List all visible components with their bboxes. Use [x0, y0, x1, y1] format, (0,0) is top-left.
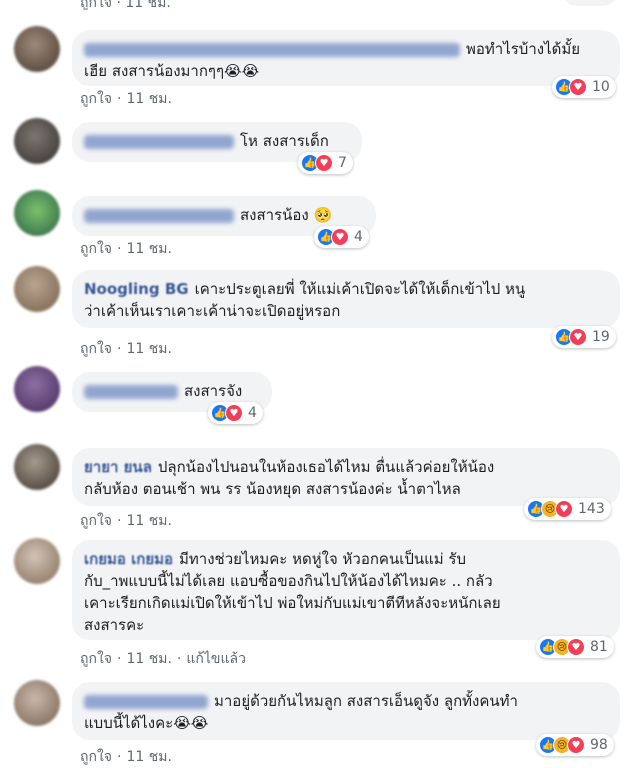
commenter-name[interactable]	[84, 42, 460, 57]
comment-actions: ถูกใจ · 11 ชม.	[80, 341, 172, 357]
comment-text-line: พอทำไรบ้างได้มั้ย	[84, 38, 608, 60]
comment-text-line: โห สงสารเด็ก	[84, 130, 350, 152]
timestamp[interactable]: 11 ชม.	[126, 749, 171, 765]
commenter-name[interactable]	[84, 134, 234, 149]
comment-text-line: มาอยู่ด้วยกันไหมลูก สงสารเอ็นดูจัง ลูกทั…	[84, 690, 608, 712]
reaction-count: 4	[354, 229, 363, 245]
comment-text-line: ยายา ยนล ปลุกน้องไปนอนในห้องเธอได้ไหม ตื่…	[84, 456, 608, 478]
comment-actions: ถูกใจ · 11 ชม.	[80, 513, 172, 529]
comment-bubble: Noogling BG เคาะประตูเลยพี่ ให้แม่เค้าเปิ…	[72, 270, 620, 328]
comment-text-line: สงสารน้อง 🥺	[84, 204, 364, 226]
avatar[interactable]	[14, 680, 60, 726]
commenter-name[interactable]: เกยมอ เกยมอ	[84, 550, 173, 568]
comment-text: เคาะเรียกเกิดแม่เปิดให้เข้าไป พ่อใหม่กับ…	[84, 594, 501, 612]
avatar[interactable]	[14, 118, 60, 164]
commenter-name[interactable]: Noogling BG	[84, 280, 189, 298]
reaction-summary[interactable]: 👍 😢 ♥ 98	[536, 734, 614, 756]
comment-text: โห สงสารเด็ก	[240, 132, 329, 150]
timestamp[interactable]: 11 ชม.	[126, 241, 171, 257]
comment-text: สงสารจัง	[184, 382, 243, 400]
comment-text: พอทำไรบ้างได้มั้ย	[466, 40, 581, 58]
timestamp[interactable]: 11 ชม.	[126, 513, 171, 529]
comment-text: แบบนี้ได้ไงคะ😭😭	[84, 714, 209, 732]
comment-text: ว่าเค้าเห็นเราเคาะเค้าน่าจะเปิดอยู่หรอก	[84, 302, 341, 320]
edited-label[interactable]: แก้ไขแล้ว	[186, 651, 246, 667]
love-icon: ♥	[567, 638, 585, 656]
timestamp: 11 ชม.	[125, 0, 171, 10]
comment-text: กับ_าพแบบนี้ไม่ได้เลย แอบซื้อของกินไปให้…	[84, 572, 493, 590]
timestamp[interactable]: 11 ชม.	[126, 91, 171, 107]
avatar[interactable]	[14, 266, 60, 312]
love-icon: ♥	[331, 228, 349, 246]
comment-text: มีทางช่วยไหมคะ หดหู่ใจ หัวอกคนเป็นแม่ รั…	[179, 550, 467, 568]
reaction-count: 7	[338, 155, 347, 171]
like-link[interactable]: ถูกใจ	[80, 91, 112, 107]
reaction-summary[interactable]: 👍 ♥ 10	[552, 76, 616, 98]
avatar[interactable]	[14, 26, 60, 72]
reaction-count: 81	[590, 639, 608, 655]
like-link[interactable]: ถูกใจ	[80, 513, 112, 529]
reaction-summary[interactable]: 👍 ♥ 4	[208, 402, 263, 424]
comment-actions: ถูกใจ · 11 ชม.	[80, 91, 172, 107]
reaction-summary[interactable]: 👍 😢 ♥ 143	[524, 498, 611, 520]
like-link[interactable]: ถูกใจ	[80, 341, 112, 357]
comment-text: เฮีย สงสารน้องมากๆๆ😭😭	[84, 62, 260, 80]
comment-actions: ถูกใจ · 11 ชม.	[80, 749, 172, 765]
reaction-count: 4	[248, 405, 257, 421]
reaction-summary[interactable]: 👍 ♥ 19	[552, 326, 616, 348]
avatar[interactable]	[14, 538, 60, 584]
love-icon: ♥	[555, 500, 573, 518]
like-link[interactable]: ถูกใจ	[80, 241, 112, 257]
comment-text: ปลุกน้องไปนอนในห้องเธอได้ไหม ตื่นแล้วค่อ…	[157, 458, 495, 476]
comment-bubble: พอทำไรบ้างได้มั้ย เฮีย สงสารน้องมากๆๆ😭😭	[72, 30, 620, 86]
commenter-name[interactable]: ยายา ยนล	[84, 458, 152, 476]
comment-text: มาอยู่ด้วยกันไหมลูก สงสารเอ็นดูจัง ลูกทั…	[214, 692, 518, 710]
timestamp[interactable]: 11 ชม.	[126, 651, 171, 667]
love-icon: ♥	[569, 78, 587, 96]
previous-reaction-remnant	[560, 0, 620, 6]
comment-text: กลับห้อง ตอนเช้า พน รร น้องหยุด สงสารน้อ…	[84, 480, 461, 498]
love-icon: ♥	[569, 328, 587, 346]
timestamp[interactable]: 11 ชม.	[126, 341, 171, 357]
like-link[interactable]: ถูกใจ	[80, 0, 112, 10]
reaction-summary[interactable]: 👍 ♥ 7	[298, 152, 353, 174]
avatar[interactable]	[14, 366, 60, 412]
love-icon: ♥	[315, 154, 333, 172]
comment-text: สงสารคะ	[84, 616, 145, 634]
reaction-count: 19	[592, 329, 610, 345]
love-icon: ♥	[225, 404, 243, 422]
reaction-summary[interactable]: 👍 ♥ 4	[314, 226, 369, 248]
comment-text: เคาะประตูเลยพี่ ให้แม่เค้าเปิดจะได้ให้เด…	[194, 280, 526, 298]
reaction-count: 143	[578, 501, 605, 517]
reaction-summary[interactable]: 👍 😢 ♥ 81	[536, 636, 614, 658]
love-icon: ♥	[567, 736, 585, 754]
commenter-name[interactable]	[84, 384, 178, 399]
comment-bubble: มาอยู่ด้วยกันไหมลูก สงสารเอ็นดูจัง ลูกทั…	[72, 682, 620, 740]
previous-comment-meta: ถูกใจ · 11 ชม.	[80, 0, 171, 10]
commenter-name[interactable]	[84, 694, 208, 709]
comment-text-line: สงสารจัง	[84, 380, 260, 402]
comment-text-line: เกยมอ เกยมอ มีทางช่วยไหมคะ หดหู่ใจ หัวอกค…	[84, 548, 608, 570]
like-link[interactable]: ถูกใจ	[80, 749, 112, 765]
comment-text: สงสารน้อง 🥺	[240, 206, 333, 224]
comment-bubble: เกยมอ เกยมอ มีทางช่วยไหมคะ หดหู่ใจ หัวอกค…	[72, 540, 620, 640]
reaction-count: 10	[592, 79, 610, 95]
comment-actions: ถูกใจ · 11 ชม.	[80, 241, 172, 257]
like-link[interactable]: ถูกใจ	[80, 651, 112, 667]
comment-text-line: Noogling BG เคาะประตูเลยพี่ ให้แม่เค้าเปิ…	[84, 278, 608, 300]
previous-comment-remnant: ถูกใจ · 11 ชม.	[0, 0, 640, 10]
avatar[interactable]	[14, 444, 60, 490]
comment-actions: ถูกใจ · 11 ชม. · แก้ไขแล้ว	[80, 651, 246, 667]
avatar[interactable]	[14, 190, 60, 236]
commenter-name[interactable]	[84, 208, 234, 223]
